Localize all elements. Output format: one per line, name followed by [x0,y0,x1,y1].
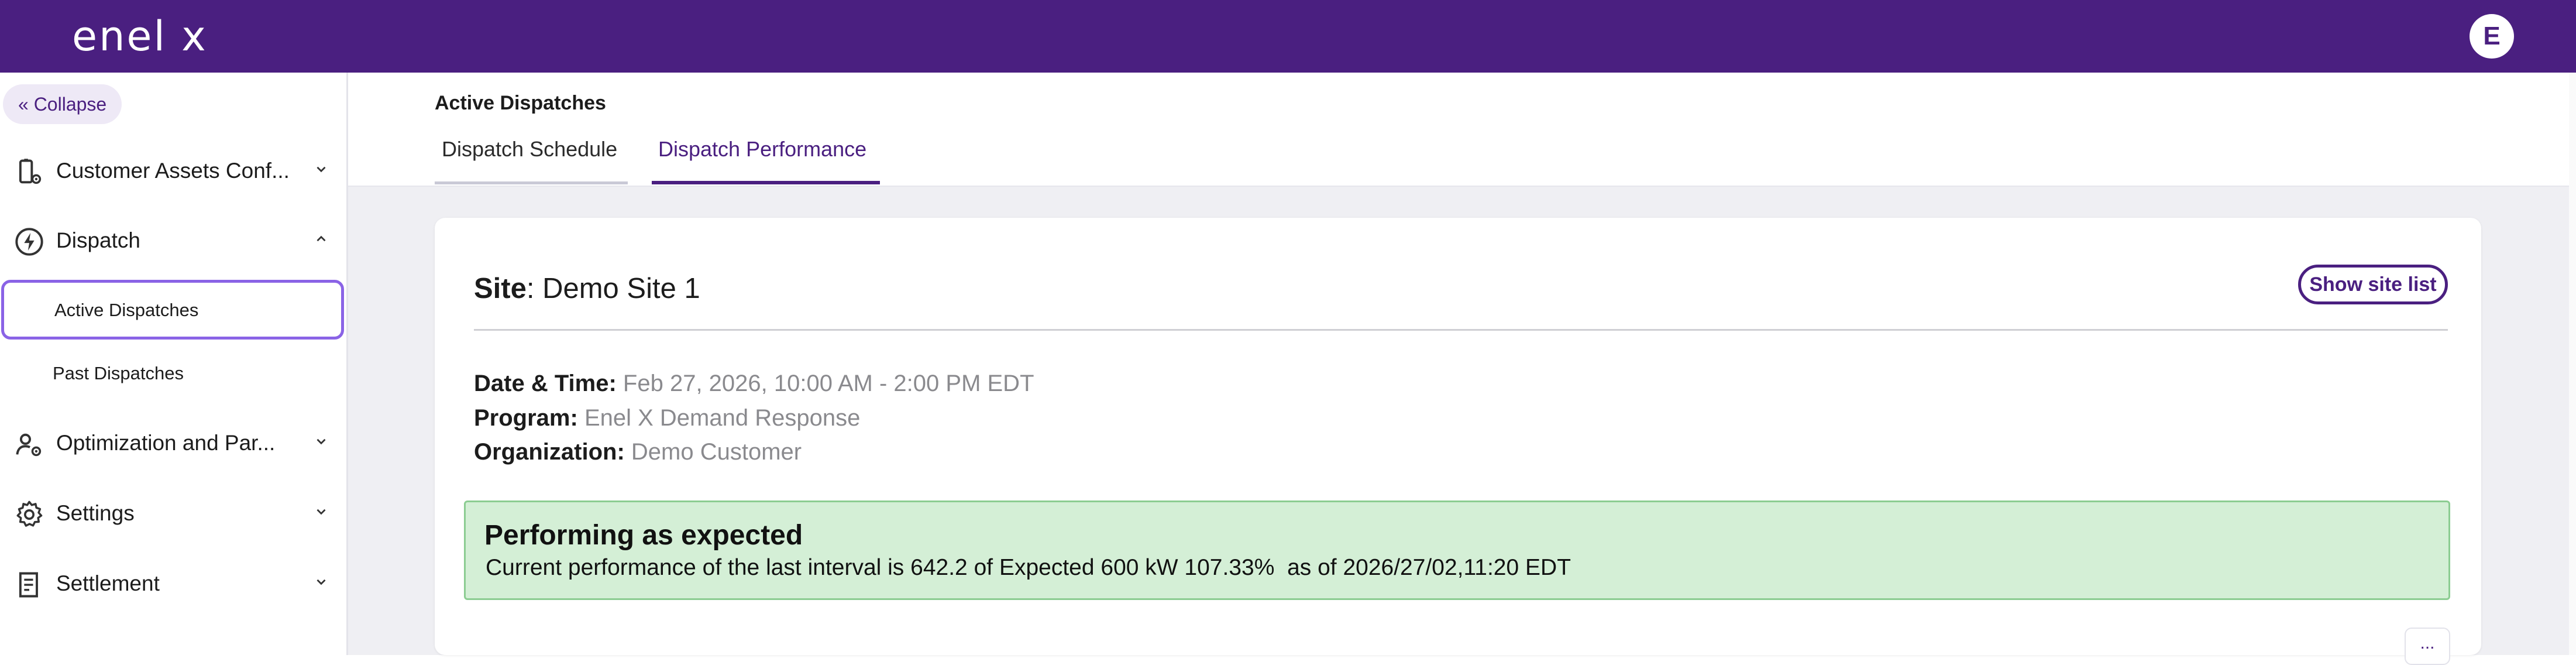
program-value: Enel X Demand Response [584,405,861,431]
performance-status-title: Performing as expected [484,520,803,551]
chevron-down-icon [317,166,326,173]
date-time-label: Date & Time: [474,371,617,396]
page-title: Active Dispatches [435,92,606,114]
organization-label: Organization: [474,439,625,465]
organization-value: Demo Customer [631,439,802,465]
program-label: Program: [474,405,578,431]
site-label: Site [474,273,527,304]
sidebar-subitem-past-dispatches[interactable]: Past Dispatches [0,343,346,406]
sidebar-subitem-label: Active Dispatches [54,300,199,320]
sidebar-item-label: Optimization and Par... [56,431,276,455]
chevron-down-icon [317,438,326,445]
gear-icon [16,501,43,527]
date-time-row: Date & Time: Feb 27, 2026, 10:00 AM - 2:… [474,369,1034,397]
performance-status-message: Current performance of the last interval… [486,555,1571,580]
sidebar-item-settings[interactable]: Settings [0,488,346,539]
double-chevron-left-icon: « [18,94,34,115]
sidebar-subitem-label: Past Dispatches [53,363,184,383]
user-avatar[interactable]: E [2470,14,2514,59]
enel-x-logo[interactable]: enel x [72,13,208,60]
user-settings-icon [16,433,42,457]
sidebar-item-customer-assets[interactable]: Customer Assets Conf... [0,145,346,197]
page-header [348,73,2576,187]
tab-underline [435,181,628,184]
top-bar: enel x E [0,0,2576,73]
sidebar-item-label: Settings [56,501,135,525]
sidebar-item-settlement[interactable]: Settlement [0,558,346,609]
date-time-value: Feb 27, 2026, 10:00 AM - 2:00 PM EDT [622,371,1034,396]
chevron-down-icon [317,579,326,585]
asset-config-icon [19,159,42,184]
receipt-icon [19,572,38,598]
sidebar-item-label: Customer Assets Conf... [56,159,290,183]
site-value: : Demo Site 1 [526,273,700,304]
tab-dispatch-schedule[interactable]: Dispatch Schedule [442,136,617,162]
scrollbar[interactable] [2569,73,2576,655]
lightning-icon [15,228,43,256]
collapse-button[interactable]: « Collapse [3,84,122,124]
organization-row: Organization: Demo Customer [474,438,802,466]
sidebar-item-dispatch[interactable]: Dispatch [0,215,346,266]
sidebar-item-optimization[interactable]: Optimization and Par... [0,417,346,469]
site-heading: Site: Demo Site 1 [474,272,700,305]
chevron-down-icon [317,509,326,515]
show-site-list-button[interactable]: Show site list [2298,265,2448,304]
divider [474,329,2448,331]
collapse-label: Collapse [33,94,107,115]
sidebar-item-label: Dispatch [56,228,140,252]
chevron-up-icon [317,235,326,242]
sidebar-subitem-active-dispatches[interactable]: Active Dispatches [1,280,344,340]
tab-dispatch-performance[interactable]: Dispatch Performance [658,136,866,162]
more-options-button[interactable]: ... [2405,628,2450,665]
program-row: Program: Enel X Demand Response [474,404,860,432]
sidebar-item-label: Settlement [56,571,160,595]
active-tab-indicator [652,181,880,184]
